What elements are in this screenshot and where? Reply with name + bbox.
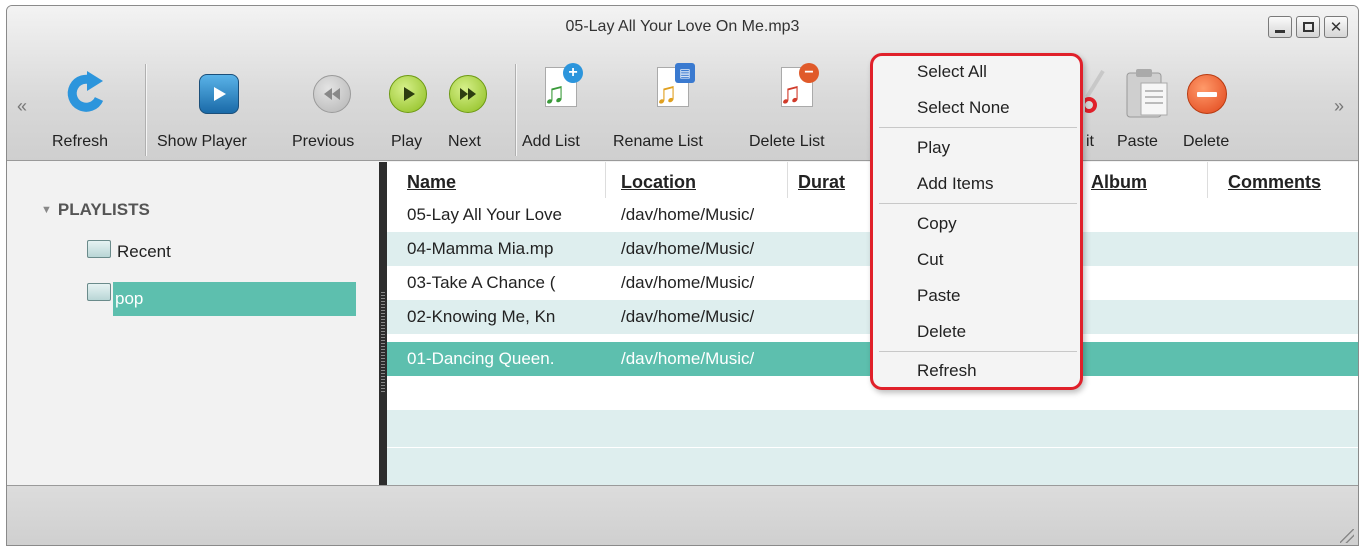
delete-button[interactable] <box>1187 64 1227 124</box>
delete-list-icon: ♫ − <box>777 63 819 111</box>
add-list-icon: ♫ + <box>541 63 583 111</box>
add-list-label: Add List <box>522 133 580 150</box>
selection-highlight <box>113 282 356 316</box>
cell-name: 04-Mamma Mia.mp <box>407 239 554 258</box>
column-divider <box>1207 162 1208 198</box>
cut-label: it <box>1086 133 1094 150</box>
delete-label: Delete <box>1183 133 1230 150</box>
pane-splitter[interactable] <box>379 162 387 485</box>
sidebar-item-label: Recent <box>117 242 171 261</box>
column-header-album[interactable]: Album <box>1091 172 1147 193</box>
splitter-grip <box>381 292 385 392</box>
refresh-button[interactable] <box>65 64 109 124</box>
paste-label: Paste <box>1117 133 1158 150</box>
column-header-location[interactable]: Location <box>621 172 696 193</box>
toolbar-separator <box>145 64 146 156</box>
expand-triangle-icon: ▼ <box>41 204 52 216</box>
show-player-label: Show Player <box>157 133 247 150</box>
menu-item-play[interactable]: Play <box>917 138 950 158</box>
cell-name: 02-Knowing Me, Kn <box>407 307 556 326</box>
cell-name: 05-Lay All Your Love <box>407 205 563 224</box>
cell-location: /dav/home/Music/ <box>621 273 755 292</box>
next-button[interactable] <box>449 64 487 124</box>
menu-item-refresh[interactable]: Refresh <box>917 361 977 381</box>
folder-icon <box>87 240 111 258</box>
menu-separator <box>879 127 1077 128</box>
column-divider <box>787 162 788 198</box>
toolbar-scroll-left-button[interactable]: « <box>17 96 27 117</box>
playlist-sidebar: ▼ PLAYLISTS Recent pop <box>7 162 379 485</box>
next-label: Next <box>448 133 481 150</box>
menu-item-paste[interactable]: Paste <box>917 286 960 306</box>
clipboard-icon <box>1125 64 1171 124</box>
cell-location: /dav/home/Music/ <box>621 205 755 224</box>
column-header-duration[interactable]: Durat <box>798 172 845 193</box>
rename-list-button[interactable]: ♫ ▤ <box>653 58 695 118</box>
toolbar-scroll-right-button[interactable]: » <box>1334 96 1344 117</box>
minimize-button[interactable] <box>1268 16 1292 38</box>
play-label: Play <box>391 133 423 150</box>
playlists-header[interactable]: ▼ PLAYLISTS <box>41 200 150 220</box>
rename-list-icon: ♫ ▤ <box>653 63 695 111</box>
menu-item-add-items[interactable]: Add Items <box>917 174 994 194</box>
refresh-icon <box>65 64 109 124</box>
toolbar-separator <box>515 64 516 156</box>
menu-item-copy[interactable]: Copy <box>917 214 957 234</box>
window-controls: ✕ <box>1268 16 1348 38</box>
previous-label: Previous <box>292 133 355 150</box>
cut-button[interactable] <box>1085 64 1111 124</box>
folder-icon <box>87 283 111 301</box>
delete-list-button[interactable]: ♫ − <box>777 58 819 118</box>
paste-button[interactable] <box>1125 64 1171 124</box>
app-window: 05-Lay All Your Love On Me.mp3 ✕ « » Ref… <box>6 5 1359 546</box>
previous-icon <box>313 75 351 113</box>
empty-row <box>387 410 1358 447</box>
status-bar <box>7 485 1358 545</box>
cell-location: /dav/home/Music/ <box>621 239 755 258</box>
play-button[interactable] <box>389 64 427 124</box>
menu-item-delete[interactable]: Delete <box>917 322 966 342</box>
minimize-icon <box>1275 29 1285 33</box>
playlists-header-label: PLAYLISTS <box>57 200 150 219</box>
title-toolbar-area: 05-Lay All Your Love On Me.mp3 ✕ « » Ref… <box>7 6 1358 161</box>
scissors-icon <box>1085 64 1111 124</box>
cell-name: 01-Dancing Queen. <box>407 349 555 368</box>
rename-list-label: Rename List <box>613 133 703 150</box>
next-icon <box>449 75 487 113</box>
close-button[interactable]: ✕ <box>1324 16 1348 38</box>
menu-separator <box>879 351 1077 352</box>
column-header-name[interactable]: Name <box>407 172 456 193</box>
context-menu: Select All Select None Play Add Items Co… <box>870 53 1083 390</box>
show-player-icon <box>199 74 239 114</box>
cell-location: /dav/home/Music/ <box>621 349 755 368</box>
column-divider <box>605 162 606 198</box>
menu-item-select-all[interactable]: Select All <box>917 62 987 82</box>
menu-item-select-none[interactable]: Select None <box>917 98 1010 118</box>
sidebar-item-label: pop <box>115 289 144 308</box>
resize-grip-icon[interactable] <box>1340 529 1354 543</box>
play-icon <box>389 75 427 113</box>
close-icon: ✕ <box>1329 18 1343 36</box>
menu-separator <box>879 203 1077 204</box>
cell-name: 03-Take A Chance ( <box>407 273 556 292</box>
refresh-label: Refresh <box>52 133 109 150</box>
empty-row <box>387 448 1358 485</box>
delete-icon <box>1187 74 1227 114</box>
cell-location: /dav/home/Music/ <box>621 307 755 326</box>
maximize-icon <box>1302 22 1314 32</box>
add-list-button[interactable]: ♫ + <box>541 58 583 118</box>
delete-list-label: Delete List <box>749 133 825 150</box>
menu-item-cut[interactable]: Cut <box>917 250 943 270</box>
column-header-comments[interactable]: Comments <box>1228 172 1321 193</box>
maximize-button[interactable] <box>1296 16 1320 38</box>
window-title: 05-Lay All Your Love On Me.mp3 <box>565 18 800 35</box>
previous-button[interactable] <box>313 64 351 124</box>
show-player-button[interactable] <box>199 64 239 124</box>
